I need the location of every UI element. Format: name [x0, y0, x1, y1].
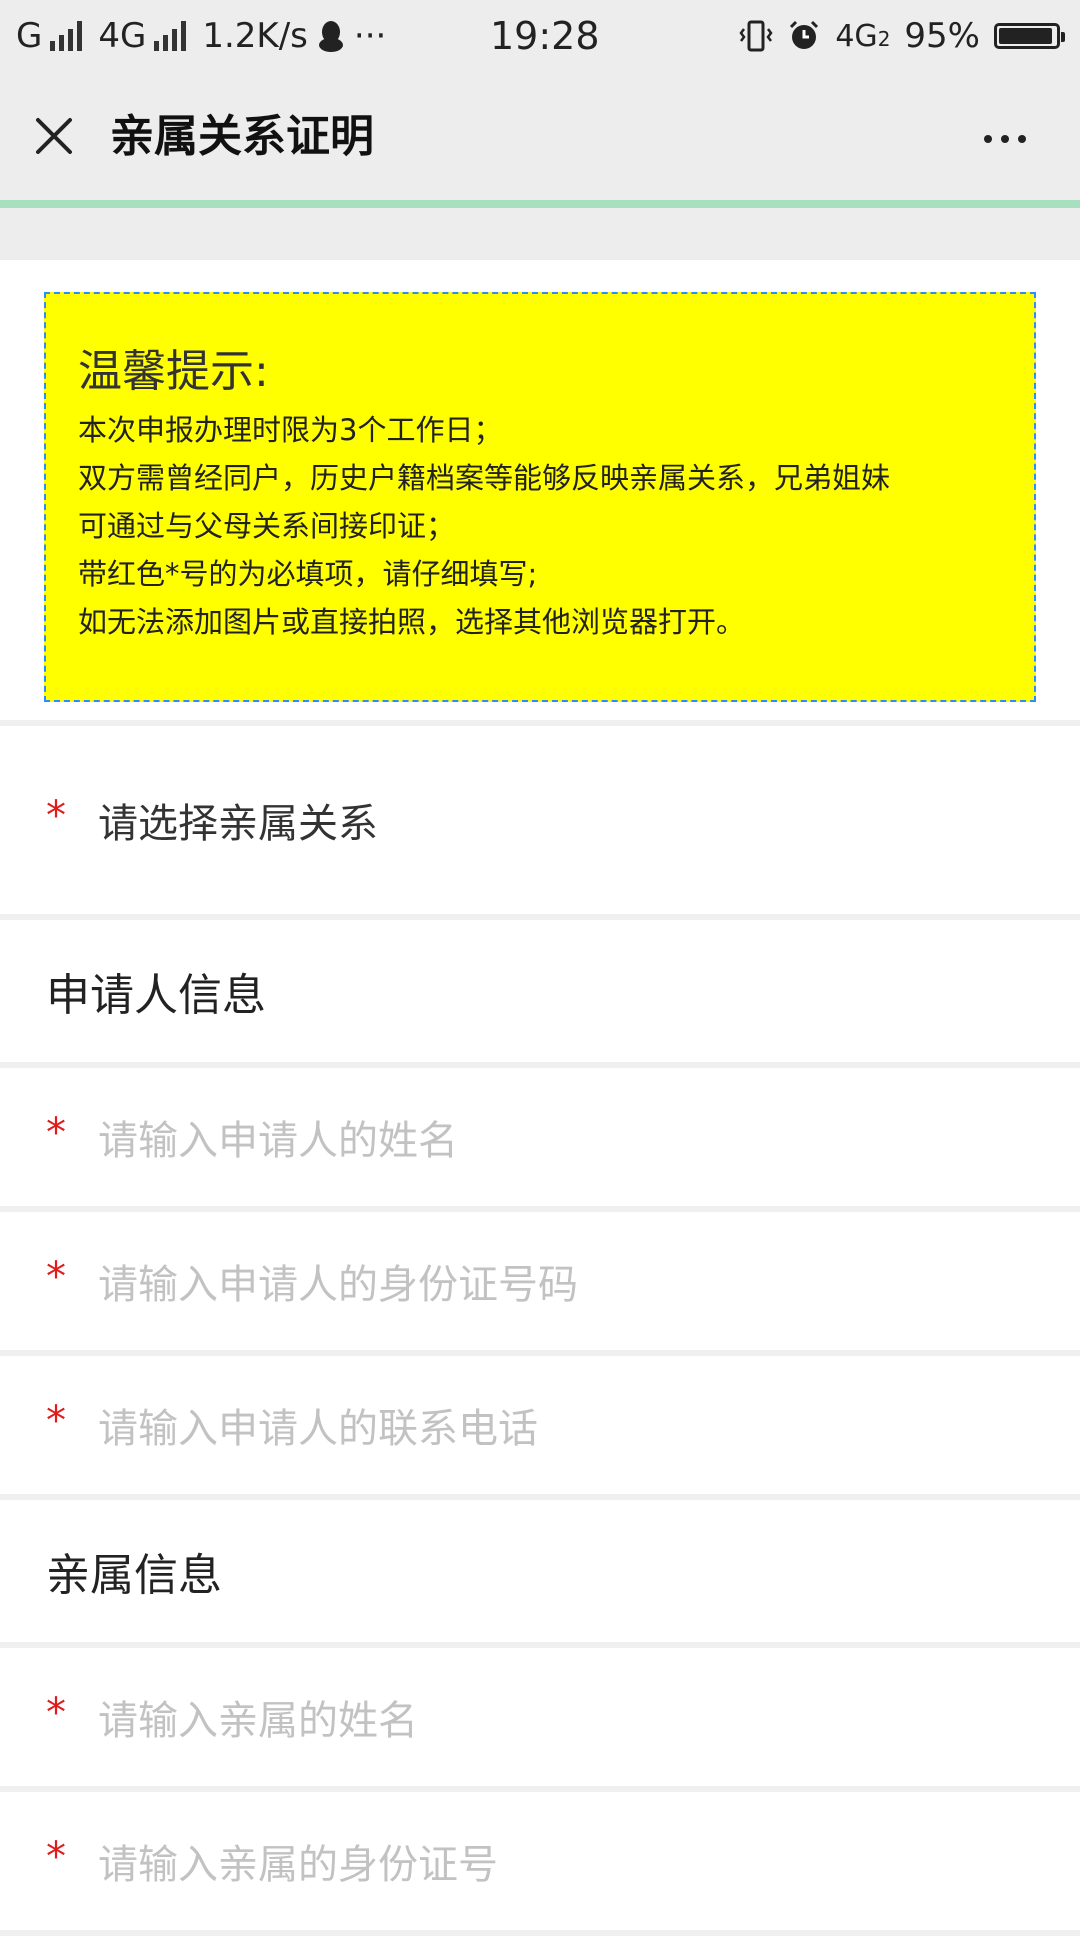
signal-icon	[154, 21, 187, 51]
relative-name-field[interactable]: * 请输入亲属的姓名	[0, 1648, 1080, 1792]
applicant-name-field[interactable]: * 请输入申请人的姓名	[0, 1068, 1080, 1212]
close-button[interactable]	[26, 108, 82, 164]
relative-section-label: 亲属信息	[46, 1550, 222, 1601]
relation-select-label: 请选择亲属关系	[98, 801, 378, 847]
applicant-id-field[interactable]: * 请输入申请人的身份证号码	[0, 1212, 1080, 1356]
relative-id-field[interactable]: * 请输入亲属的身份证号	[0, 1792, 1080, 1936]
carrier-label: G	[16, 16, 43, 56]
notice-box: 温馨提示: 本次申报办理时限为3个工作日； 双方需曾经同户，历史户籍档案等能够反…	[44, 292, 1036, 702]
status-right: 4G2 95%	[739, 14, 1065, 58]
title-bar: 亲属关系证明	[0, 74, 1080, 202]
network-speed: 1.2K/s	[202, 16, 308, 56]
required-mark: *	[46, 1690, 66, 1736]
more-notifications-icon: ···	[353, 16, 387, 56]
notice-line: 可通过与父母关系间接印证；	[78, 509, 456, 543]
applicant-section-label: 申请人信息	[46, 970, 266, 1021]
vibrate-icon	[739, 20, 773, 52]
battery-fill	[999, 28, 1053, 44]
network-label: 4G	[98, 16, 147, 56]
relative-section-title: 亲属信息	[0, 1500, 1080, 1648]
relative-name-placeholder: 请输入亲属的姓名	[98, 1698, 418, 1744]
required-mark: *	[46, 1834, 66, 1880]
notice-line: 带红色*号的为必填项，请仔细填写;	[78, 557, 538, 591]
close-icon	[36, 118, 72, 154]
form-content: 温馨提示: 本次申报办理时限为3个工作日； 双方需曾经同户，历史户籍档案等能够反…	[0, 260, 1080, 1936]
battery-icon	[994, 23, 1065, 49]
network-right: 4G2	[835, 18, 891, 54]
required-mark: *	[46, 1110, 66, 1156]
relative-id-placeholder: 请输入亲属的身份证号	[98, 1842, 498, 1888]
qq-penguin-icon	[318, 21, 343, 52]
applicant-name-placeholder: 请输入申请人的姓名	[98, 1118, 458, 1164]
more-menu-button[interactable]	[970, 114, 1040, 164]
alarm-icon	[790, 20, 819, 49]
applicant-phone-placeholder: 请输入申请人的联系电话	[98, 1406, 538, 1452]
signal-icon	[50, 21, 83, 51]
required-mark: *	[46, 793, 66, 839]
more-dot	[1018, 135, 1026, 143]
relation-select[interactable]: * 请选择亲属关系	[0, 726, 1080, 920]
more-dot	[984, 135, 992, 143]
notice-line: 如无法添加图片或直接拍照，选择其他浏览器打开。	[78, 605, 746, 639]
page-load-progress-bar	[0, 200, 1080, 208]
notice-title: 温馨提示:	[78, 346, 269, 397]
required-mark: *	[46, 1398, 66, 1444]
status-time: 19:28	[490, 14, 600, 58]
status-bar: G 4G 1.2K/s ··· 19:28 4G2 95%	[0, 0, 1080, 74]
notice-line: 本次申报办理时限为3个工作日；	[78, 413, 503, 447]
battery-percent: 95%	[904, 16, 980, 56]
applicant-id-placeholder: 请输入申请人的身份证号码	[98, 1262, 578, 1308]
required-mark: *	[46, 1254, 66, 1300]
status-left: G 4G 1.2K/s ···	[16, 16, 386, 56]
applicant-section-title: 申请人信息	[0, 920, 1080, 1068]
more-dot	[1001, 135, 1009, 143]
notice-line: 双方需曾经同户，历史户籍档案等能够反映亲属关系，兄弟姐妹	[78, 461, 891, 495]
page-title: 亲属关系证明	[110, 111, 374, 162]
applicant-phone-field[interactable]: * 请输入申请人的联系电话	[0, 1356, 1080, 1500]
